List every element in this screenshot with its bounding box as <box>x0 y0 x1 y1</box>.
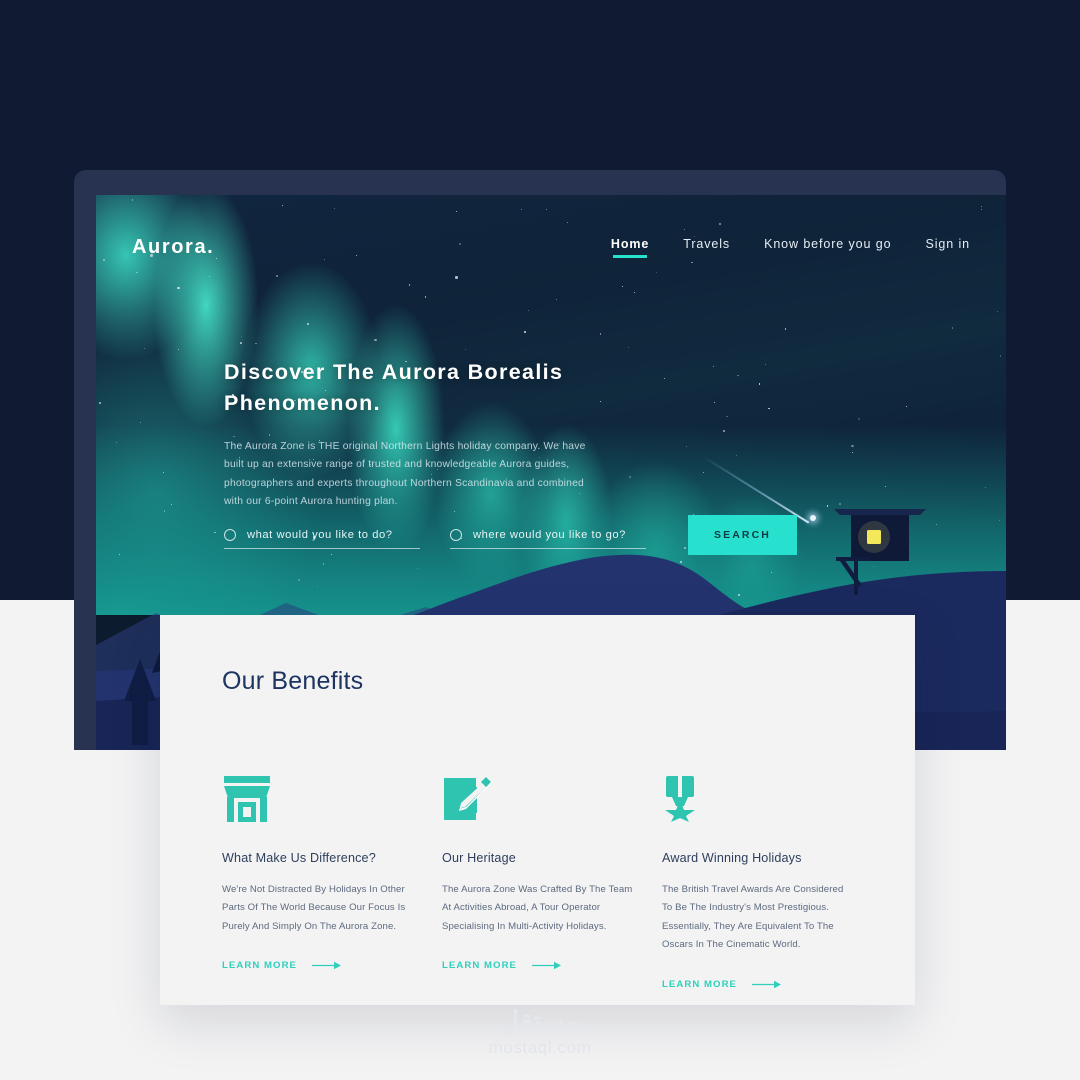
star-icon <box>131 199 134 201</box>
star-icon <box>136 271 138 273</box>
hero-subtitle: The Aurora Zone is THE original Northern… <box>224 441 586 508</box>
learn-more-label: LEARN MORE <box>442 960 517 972</box>
star-icon <box>333 207 335 209</box>
cabin-brace <box>840 559 862 587</box>
brand-logo[interactable]: Aurora. <box>132 236 214 259</box>
star-icon <box>885 486 887 488</box>
benefit-card-our-heritage: Our Heritage The Aurora Zone Was Crafted… <box>442 774 633 990</box>
star-icon <box>240 336 243 338</box>
cabin-window-glow <box>867 530 881 544</box>
pen-write-icon <box>442 774 633 822</box>
search-button[interactable]: SEARCH <box>688 515 797 555</box>
search-where-placeholder: where would you like to go? <box>473 529 626 541</box>
learn-more-label: LEARN MORE <box>222 960 297 972</box>
arrow-right-icon <box>752 980 782 989</box>
star-icon <box>981 205 983 207</box>
star-icon <box>599 333 602 335</box>
benefits-title: Our Benefits <box>222 667 364 695</box>
star-icon <box>524 331 527 333</box>
circle-radio-icon <box>450 529 462 541</box>
star-icon <box>785 328 787 330</box>
benefit-card-award-winning-holidays: Award Winning Holidays The British Trave… <box>662 774 853 990</box>
star-icon <box>520 208 522 210</box>
benefit-body: The Aurora Zone Was Crafted By The Team … <box>442 884 633 932</box>
star-icon <box>424 295 427 298</box>
star-icon <box>555 298 557 301</box>
nav-links: Home Travels Know before you go Sign in <box>611 237 970 258</box>
star-icon <box>239 342 242 345</box>
star-icon <box>177 287 180 290</box>
hero-title: Discover The Aurora Borealis Phenomenon. <box>224 360 564 415</box>
search-field-what[interactable]: what would you like to do? <box>224 529 420 549</box>
star-icon <box>980 208 982 210</box>
watermark-latin: mostaql.com <box>488 1038 592 1057</box>
star-icon <box>984 487 986 489</box>
star-icon <box>374 338 377 342</box>
star-icon <box>621 285 624 288</box>
star-icon <box>455 276 458 279</box>
search-field-where[interactable]: where would you like to go? <box>450 529 646 549</box>
star-icon <box>567 221 569 223</box>
watermark: مستقل mostaql.com <box>0 1006 1080 1058</box>
star-icon <box>952 327 954 329</box>
learn-more-label: LEARN MORE <box>662 978 737 990</box>
star-icon <box>255 343 257 345</box>
star-icon <box>162 472 164 474</box>
hero-copy: Discover The Aurora Borealis Phenomenon.… <box>224 357 784 511</box>
award-medal-icon <box>662 774 853 822</box>
benefit-body: We're Not Distracted By Holidays In Othe… <box>222 884 406 932</box>
search-what-placeholder: what would you like to do? <box>247 529 393 541</box>
star-icon <box>281 204 283 206</box>
star-icon <box>627 347 630 349</box>
nav-link-home[interactable]: Home <box>611 237 649 258</box>
benefits-grid: What Make Us Difference? We're Not Distr… <box>222 774 853 990</box>
arrow-right-icon <box>532 961 562 970</box>
nav-link-know-before-you-go[interactable]: Know before you go <box>764 237 891 258</box>
star-icon <box>633 292 635 294</box>
star-icon <box>528 309 530 311</box>
star-icon <box>546 208 548 210</box>
cabin-deck <box>836 557 870 561</box>
circle-radio-icon <box>224 529 236 541</box>
star-icon <box>276 275 278 277</box>
hero-search-form: what would you like to do? where would y… <box>224 515 797 555</box>
arrow-right-icon <box>312 961 342 970</box>
star-icon <box>208 275 210 278</box>
star-icon <box>851 445 854 448</box>
star-icon <box>408 284 411 286</box>
benefit-heading: What Make Us Difference? <box>222 851 376 865</box>
benefit-card-what-make-us-difference: What Make Us Difference? We're Not Distr… <box>222 774 413 990</box>
star-icon <box>905 406 907 408</box>
cabin-roof <box>834 509 926 515</box>
benefit-heading: Award Winning Holidays <box>662 851 802 865</box>
benefit-body: The British Travel Awards Are Considered… <box>662 884 844 951</box>
star-icon <box>115 442 118 444</box>
learn-more-link-1[interactable]: LEARN MORE <box>222 960 413 971</box>
star-icon <box>144 348 146 350</box>
learn-more-link-2[interactable]: LEARN MORE <box>442 960 633 971</box>
nav-link-travels[interactable]: Travels <box>683 237 730 258</box>
star-icon <box>999 355 1002 357</box>
benefits-card: Our Benefits What Make Us Difference? We… <box>160 615 915 1005</box>
star-icon <box>858 418 861 421</box>
learn-more-link-3[interactable]: LEARN MORE <box>662 979 853 990</box>
star-icon <box>851 451 853 453</box>
star-icon <box>655 271 657 273</box>
star-icon <box>178 348 180 351</box>
star-icon <box>307 323 309 325</box>
star-icon <box>99 402 102 405</box>
storefront-icon <box>222 774 413 822</box>
nav-link-sign-in[interactable]: Sign in <box>925 237 970 258</box>
star-icon <box>996 310 998 313</box>
star-icon <box>464 349 466 351</box>
benefit-heading: Our Heritage <box>442 851 516 865</box>
site-navigation: Aurora. Home Travels Know before you go … <box>96 225 1006 269</box>
star-icon <box>456 210 458 212</box>
star-icon <box>139 421 141 423</box>
watermark-arabic: مستقل <box>499 1006 581 1036</box>
